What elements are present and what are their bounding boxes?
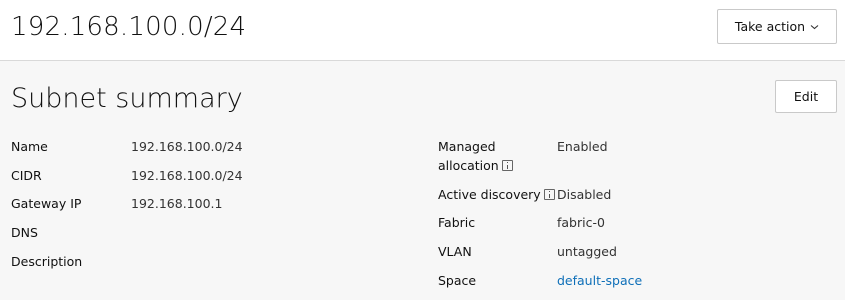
cidr-value: 192.168.100.0/24 [131,168,243,183]
active-discovery-label-text: Active discovery [438,187,541,202]
dns-label: DNS [11,225,38,240]
section-title: Subnet summary [11,83,243,114]
space-link[interactable]: default-space [557,271,642,290]
page-header: 192.168.100.0/24 Take action [0,0,845,61]
gateway-ip-label: Gateway IP [11,196,82,211]
description-label: Description [11,254,83,269]
gateway-ip-value: 192.168.100.1 [131,196,223,211]
cidr-label: CIDR [11,168,42,183]
active-discovery-label: Active discovery [438,185,555,204]
info-icon[interactable] [501,160,513,171]
page-title: 192.168.100.0/24 [11,12,247,42]
edit-button[interactable]: Edit [775,80,837,113]
chevron-down-icon [810,24,819,30]
info-icon[interactable] [543,189,555,200]
vlan-value: untagged [557,244,617,259]
fabric-label: Fabric [438,215,476,230]
name-value: 192.168.100.0/24 [131,139,243,154]
vlan-label: VLAN [438,244,472,259]
name-label: Name [11,139,48,154]
take-action-button[interactable]: Take action [717,9,837,44]
fabric-value: fabric-0 [557,215,605,230]
managed-allocation-label-line1: Managed [438,139,496,154]
managed-allocation-label: Managed allocation [438,137,513,175]
active-discovery-value: Disabled [557,187,612,202]
managed-allocation-label-line2: allocation [438,158,499,173]
managed-allocation-value: Enabled [557,139,608,154]
space-label: Space [438,273,477,288]
managed-allocation-label-line2-wrap: allocation [438,156,513,175]
take-action-label: Take action [734,19,806,34]
